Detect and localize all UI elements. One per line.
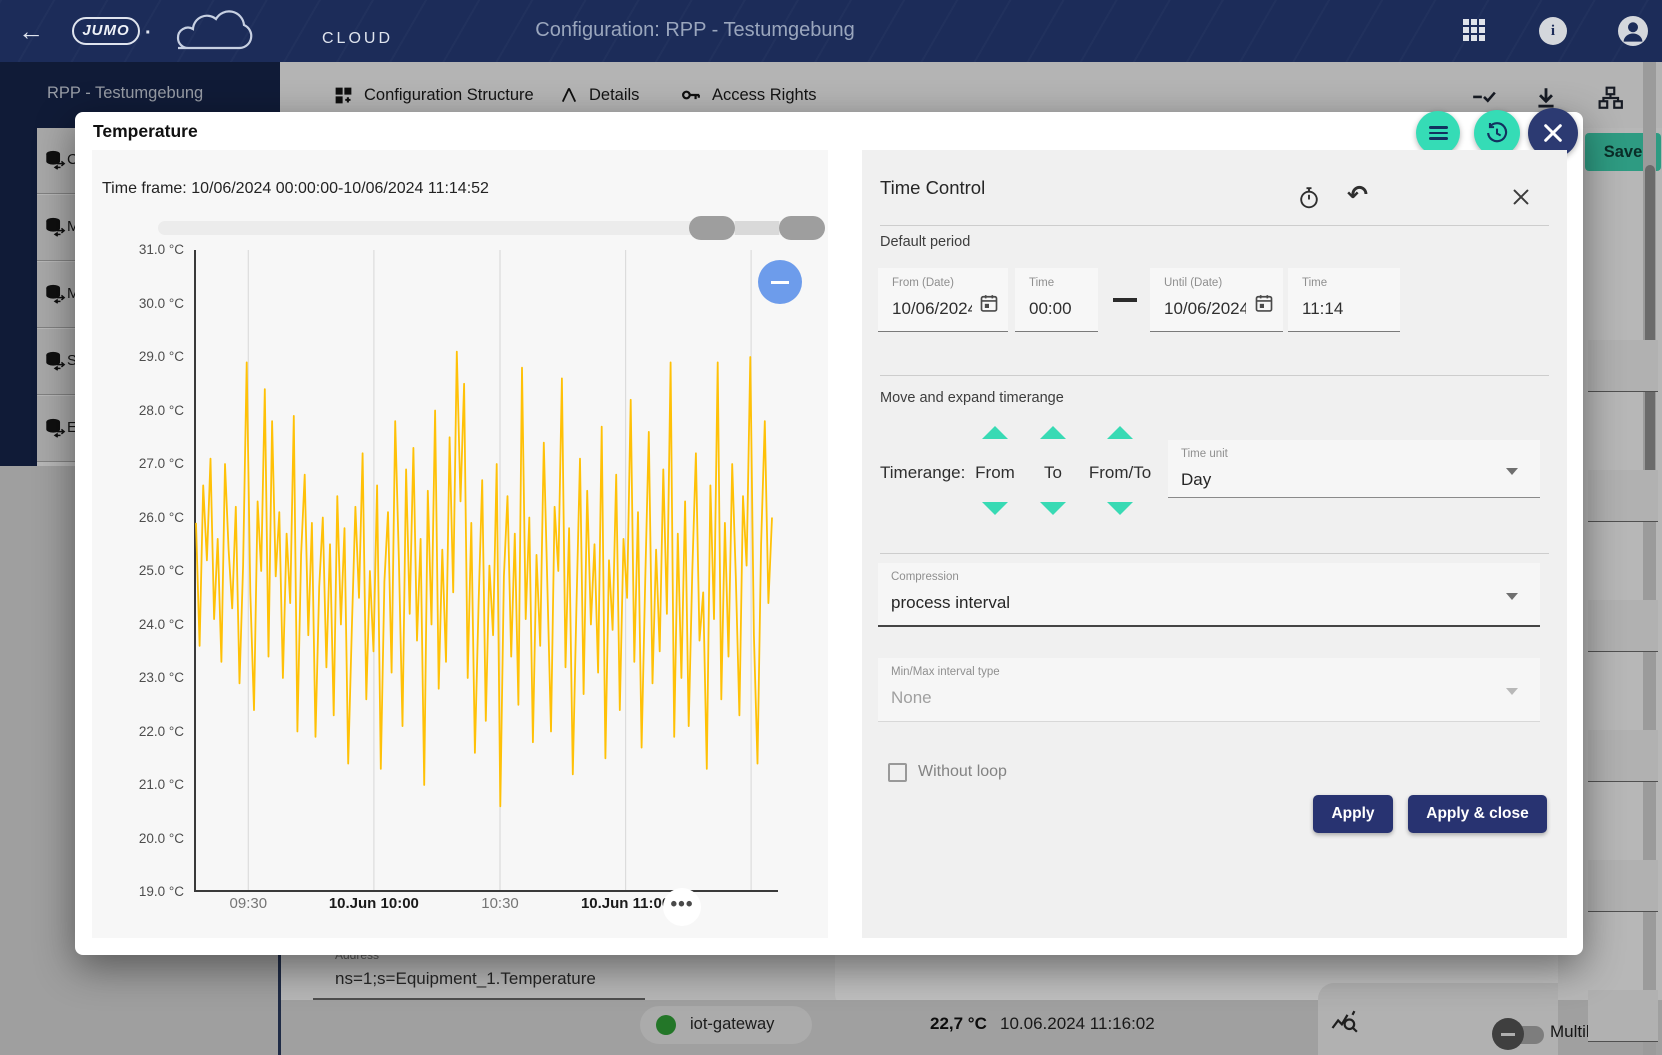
- select-value: Day: [1181, 470, 1211, 490]
- field-label: Time: [1302, 277, 1327, 289]
- field-label: Time: [1029, 277, 1054, 289]
- dialog-title: Temperature: [93, 121, 198, 142]
- time-frame-label: Time frame: 10/06/2024 00:00:00-10/06/20…: [102, 180, 489, 198]
- x-tick-label: 10.Jun 11:00: [581, 895, 670, 912]
- y-tick-label: 20.0 °C: [92, 831, 184, 846]
- until-time-field[interactable]: Time 11:14: [1288, 268, 1400, 332]
- person-icon: [1618, 16, 1648, 46]
- until-date-field[interactable]: Until (Date) 10/06/2024: [1150, 268, 1283, 332]
- y-tick-label: 29.0 °C: [92, 349, 184, 364]
- y-tick-label: 25.0 °C: [92, 563, 184, 578]
- decrease-from-button[interactable]: [982, 502, 1008, 515]
- apply-close-button[interactable]: Apply & close: [1408, 795, 1547, 833]
- account-icon[interactable]: [1618, 16, 1648, 46]
- y-tick-label: 23.0 °C: [92, 670, 184, 685]
- close-icon: [1542, 122, 1564, 144]
- increase-fromto-button[interactable]: [1107, 426, 1133, 439]
- calendar-icon[interactable]: [979, 293, 999, 318]
- info-icon[interactable]: i: [1539, 17, 1567, 45]
- select-value: None: [891, 688, 932, 708]
- range-from-label: From: [975, 463, 1015, 483]
- app-bar: ← JUMO · CLOUD Configuration: RPP - Test…: [0, 0, 1662, 62]
- back-icon[interactable]: ←: [14, 14, 48, 48]
- range-fromto-label: From/To: [1089, 463, 1151, 483]
- x-tick-label: 09:30: [230, 895, 268, 912]
- from-time-field[interactable]: Time 00:00: [1015, 268, 1098, 332]
- field-value: 11:14: [1302, 299, 1343, 319]
- cloud-logo: CLOUD: [156, 4, 268, 58]
- y-tick-label: 26.0 °C: [92, 510, 184, 525]
- calendar-icon[interactable]: [1254, 293, 1274, 318]
- x-tick-label: 10:30: [481, 895, 519, 912]
- chart-plot: [194, 250, 778, 892]
- y-tick-label: 24.0 °C: [92, 617, 184, 632]
- move-expand-label: Move and expand timerange: [880, 390, 1064, 406]
- y-tick-label: 21.0 °C: [92, 777, 184, 792]
- apply-button[interactable]: Apply: [1313, 795, 1393, 833]
- divider: [880, 553, 1549, 554]
- y-tick-label: 31.0 °C: [92, 242, 184, 257]
- chevron-down-icon: [1506, 688, 1518, 695]
- decrease-fromto-button[interactable]: [1107, 502, 1133, 515]
- range-dash: [1113, 298, 1137, 302]
- undo-icon[interactable]: ↶: [1347, 180, 1373, 206]
- cloud-logo-text: CLOUD: [322, 30, 393, 48]
- without-loop-checkbox[interactable]: [888, 763, 907, 782]
- select-value: process interval: [891, 593, 1010, 613]
- jumo-logo: JUMO: [72, 17, 140, 45]
- field-value: 10/06/2024: [892, 299, 972, 319]
- field-label: From (Date): [892, 277, 954, 289]
- cloud-outline-icon: [156, 4, 268, 58]
- select-label: Time unit: [1181, 448, 1228, 460]
- temperature-dialog: Temperature Time frame: 10/06/2024 00:00…: [75, 112, 1583, 955]
- time-range-slider-selection[interactable]: [735, 221, 779, 235]
- select-label: Compression: [891, 571, 959, 583]
- time-unit-select[interactable]: Time unit Day: [1168, 440, 1540, 498]
- y-tick-label: 22.0 °C: [92, 724, 184, 739]
- y-tick-label: 28.0 °C: [92, 403, 184, 418]
- timer-icon[interactable]: [1297, 186, 1323, 212]
- compression-select[interactable]: Compression process interval: [878, 563, 1540, 627]
- time-control-close-icon[interactable]: [1510, 186, 1536, 212]
- default-period-label: Default period: [880, 234, 970, 250]
- from-date-field[interactable]: From (Date) 10/06/2024: [878, 268, 1008, 332]
- slider-handle-left[interactable]: [689, 216, 735, 240]
- time-control-title: Time Control: [880, 177, 985, 199]
- range-to-label: To: [1044, 463, 1062, 483]
- temperature-series-line: [196, 352, 772, 807]
- y-tick-label: 30.0 °C: [92, 296, 184, 311]
- select-label: Min/Max interval type: [891, 666, 1000, 678]
- y-tick-label: 27.0 °C: [92, 456, 184, 471]
- x-tick-label: 10.Jun 10:00: [329, 895, 419, 912]
- time-control-panel: Time Control ↶ Default period From (Date…: [862, 150, 1567, 938]
- without-loop-label: Without loop: [918, 763, 1007, 781]
- divider: [880, 225, 1549, 226]
- chart-panel: Time frame: 10/06/2024 00:00:00-10/06/20…: [92, 150, 828, 938]
- minmax-interval-select[interactable]: Min/Max interval type None: [878, 658, 1540, 722]
- chevron-down-icon: [1506, 593, 1518, 600]
- list-view-button[interactable]: [1416, 111, 1460, 155]
- page-title: Configuration: RPP - Testumgebung: [535, 19, 854, 42]
- divider: [880, 375, 1549, 376]
- apps-grid-icon[interactable]: [1463, 19, 1487, 43]
- jumo-logo-text: JUMO: [82, 22, 129, 39]
- timerange-label: Timerange:: [880, 463, 965, 483]
- chevron-down-icon: [1506, 468, 1518, 475]
- y-tick-label: 19.0 °C: [92, 884, 184, 899]
- field-label: Until (Date): [1164, 277, 1222, 289]
- logo-separator-dot: ·: [145, 22, 152, 45]
- decrease-to-button[interactable]: [1040, 502, 1066, 515]
- slider-handle-right[interactable]: [779, 216, 825, 240]
- field-value: 00:00: [1029, 299, 1072, 319]
- increase-to-button[interactable]: [1040, 426, 1066, 439]
- list-icon: [1429, 124, 1448, 143]
- increase-from-button[interactable]: [982, 426, 1008, 439]
- history-icon: [1484, 120, 1510, 146]
- chart-menu-button[interactable]: •••: [663, 888, 701, 926]
- field-value: 10/06/2024: [1164, 299, 1246, 319]
